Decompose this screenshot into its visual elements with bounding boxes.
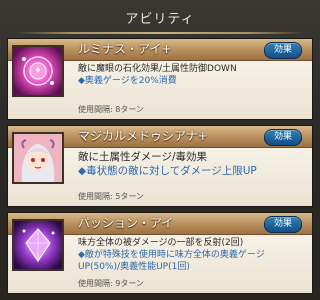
ability-name: パッション・アイ bbox=[78, 216, 174, 230]
ability-cooldown: 使用間隔: 9ターン bbox=[78, 279, 144, 288]
ability-panel: アビリティ ルミナス・アイ+ 効果 敵に魔眼の石化効果/土属性防御DOWN ◆奥… bbox=[0, 0, 320, 300]
ability-name: マジカルメドゥシアナ+ bbox=[78, 129, 208, 143]
effect-button[interactable]: 効果 bbox=[264, 42, 302, 59]
ability-card-body: 敵に魔眼の石化効果/土属性防御DOWN ◆奥義ゲージを20%消費 使用間隔: 8… bbox=[8, 45, 312, 119]
ability-description: 敵に土属性ダメージ/毒効果 ◆毒状態の敵に対してダメージ上限UP bbox=[78, 150, 306, 178]
ability-cooldown: 使用間隔: 5ターン bbox=[78, 192, 144, 201]
ability-extra-text: ◆毒状態の敵に対してダメージ上限UP bbox=[78, 165, 257, 177]
ability-extra-text: ◆敵が特殊技を使用時に味方全体の奥義ゲージUP(50%)/奥義性能UP(1回) bbox=[78, 250, 265, 272]
ability-effect-text: 敵に土属性ダメージ/毒効果 bbox=[78, 151, 208, 163]
ability-description: 敵に魔眼の石化効果/土属性防御DOWN ◆奥義ゲージを20%消費 bbox=[78, 63, 306, 87]
ability-effect-text: 味方全体の被ダメージの一部を反射(2回) bbox=[78, 238, 244, 248]
ability-description: 味方全体の被ダメージの一部を反射(2回) ◆敵が特殊技を使用時に味方全体の奥義ゲ… bbox=[78, 237, 306, 273]
ability-card-body: 敵に土属性ダメージ/毒効果 ◆毒状態の敵に対してダメージ上限UP 使用間隔: 5… bbox=[8, 132, 312, 206]
purple-crystal-icon bbox=[12, 219, 64, 271]
title-divider bbox=[14, 32, 306, 34]
ability-cooldown: 使用間隔: 8ターン bbox=[78, 105, 144, 114]
medusa-portrait-icon bbox=[12, 132, 64, 184]
ability-card-3[interactable]: パッション・アイ 効果 味方全体の被ダメージの一部を反射(2回) ◆敵が特殊技を… bbox=[7, 212, 313, 294]
ability-card-2[interactable]: マジカルメドゥシアナ+ 効果 敵に土属性ダメージ/毒効果 ◆毒状態の敵に対してダ… bbox=[7, 125, 313, 207]
ability-card-1[interactable]: ルミナス・アイ+ 効果 敵に魔眼の石化効果/土属性防御DOWN ◆奥義ゲージを2… bbox=[7, 38, 313, 120]
ability-card-body: 味方全体の被ダメージの一部を反射(2回) ◆敵が特殊技を使用時に味方全体の奥義ゲ… bbox=[8, 219, 312, 293]
panel-title: アビリティ bbox=[125, 12, 195, 27]
ability-extra-text: ◆奥義ゲージを20%消費 bbox=[78, 76, 177, 86]
effect-button[interactable]: 効果 bbox=[264, 216, 302, 233]
effect-button[interactable]: 効果 bbox=[264, 129, 302, 146]
ability-name: ルミナス・アイ+ bbox=[78, 42, 172, 56]
pink-magic-orb-icon bbox=[12, 45, 64, 97]
ability-effect-text: 敵に魔眼の石化効果/土属性防御DOWN bbox=[78, 64, 237, 74]
